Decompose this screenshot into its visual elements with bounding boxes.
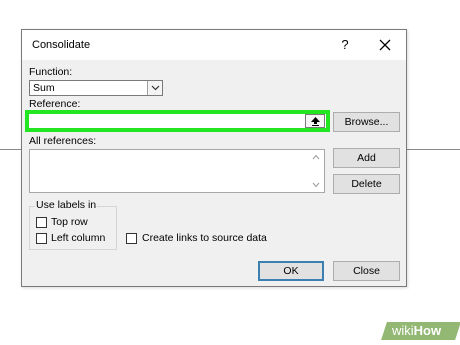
scroll-down-icon[interactable] xyxy=(312,182,320,188)
function-dropdown[interactable]: Sum xyxy=(29,80,163,96)
close-button[interactable]: Close xyxy=(333,261,400,281)
watermark-how: How xyxy=(413,323,442,338)
create-links-label[interactable]: Create links to source data xyxy=(142,232,267,244)
watermark-wiki: wiki xyxy=(392,323,414,338)
close-window-button[interactable] xyxy=(376,36,394,54)
left-column-label[interactable]: Left column xyxy=(51,232,105,244)
create-links-checkbox[interactable] xyxy=(126,233,137,244)
chevron-down-icon xyxy=(151,85,160,91)
ok-button[interactable]: OK xyxy=(258,261,324,281)
collapse-dialog-icon xyxy=(311,117,320,126)
reference-input[interactable] xyxy=(30,115,303,127)
watermark-text: wikiHow xyxy=(392,323,441,338)
reference-field-highlight xyxy=(25,110,330,132)
background-divider-left xyxy=(0,149,22,150)
function-label: Function: xyxy=(29,66,73,78)
browse-button[interactable]: Browse... xyxy=(333,112,400,132)
top-row-label[interactable]: Top row xyxy=(51,216,88,228)
function-value: Sum xyxy=(33,82,55,94)
all-references-label: All references: xyxy=(29,135,97,147)
reference-label: Reference: xyxy=(29,98,81,110)
delete-button[interactable]: Delete xyxy=(333,174,400,194)
top-row-checkbox[interactable] xyxy=(36,217,47,228)
collapse-dialog-button[interactable] xyxy=(305,114,325,128)
use-labels-group: Use labels in Top row Left column xyxy=(29,199,117,250)
title-bar: Consolidate ? xyxy=(22,30,406,60)
all-references-list[interactable] xyxy=(29,149,325,193)
consolidate-dialog: Consolidate ? Function: Sum Reference: B… xyxy=(21,29,407,287)
wikihow-watermark: wikiHow xyxy=(378,322,460,340)
dropdown-arrow[interactable] xyxy=(147,81,162,95)
scroll-up-icon[interactable] xyxy=(312,154,320,160)
use-labels-title: Use labels in xyxy=(35,199,98,211)
dialog-title: Consolidate xyxy=(32,39,91,51)
background-divider-right xyxy=(406,149,460,150)
close-icon xyxy=(379,39,391,51)
help-button[interactable]: ? xyxy=(336,36,354,54)
add-button[interactable]: Add xyxy=(333,148,400,168)
left-column-checkbox[interactable] xyxy=(36,233,47,244)
